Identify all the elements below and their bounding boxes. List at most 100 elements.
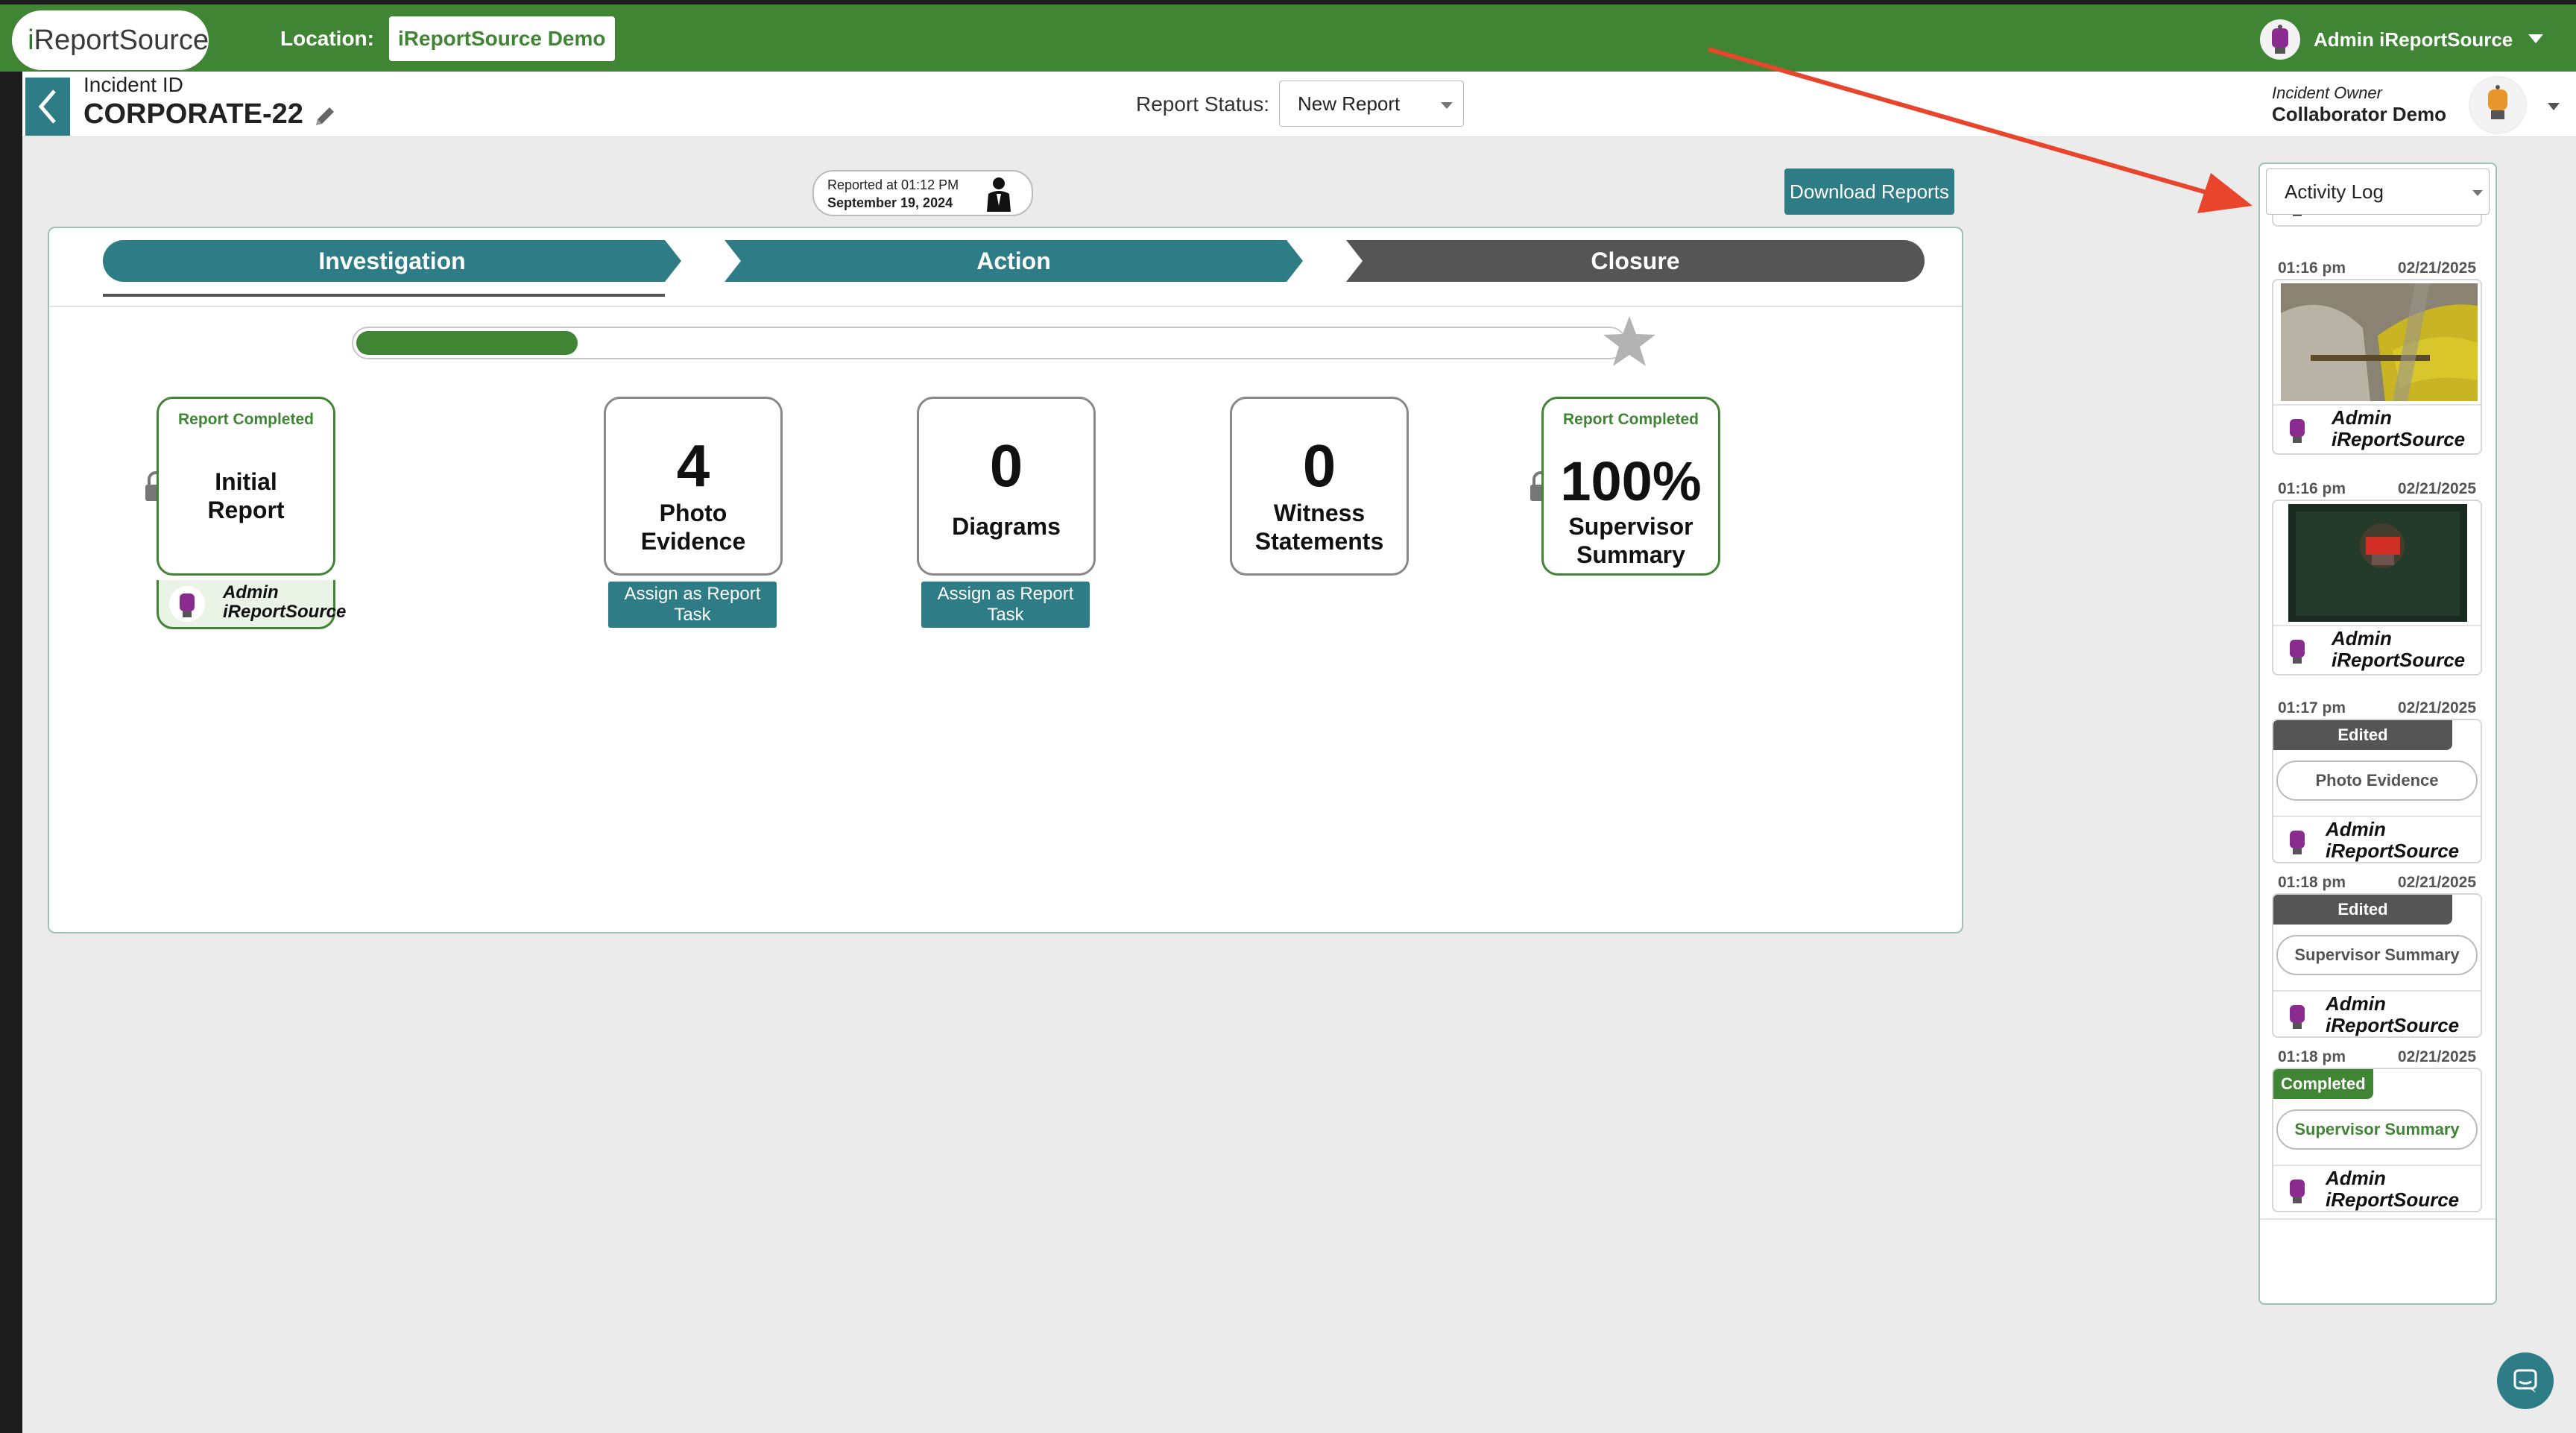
activity-user: Admin iReportSource — [2273, 816, 2481, 862]
activity-entry-card: Admin iReportSource — [2272, 279, 2482, 455]
user-last: iReportSource — [2332, 649, 2466, 671]
workflow-panel: Investigation Action Closure Report Comp… — [48, 227, 1963, 933]
activity-time: 01:16 pm — [2278, 259, 2346, 277]
star-icon[interactable] — [1600, 312, 1659, 371]
tab-action[interactable]: Action — [724, 240, 1303, 282]
robot-avatar-icon — [2488, 85, 2507, 119]
chat-bubble-icon — [2513, 1369, 2537, 1393]
owner-avatar[interactable] — [2469, 76, 2527, 134]
card-user: Admin iReportSource — [157, 580, 347, 629]
activity-entry[interactable]: 01:16 pm 02/21/2025 Admin iReportSource — [2272, 480, 2482, 696]
card-user-name: Admin iReportSource — [223, 582, 347, 622]
diagrams-card[interactable]: 0 Diagrams — [917, 397, 1096, 576]
chevron-left-icon — [38, 89, 56, 124]
reported-time: Reported at 01:12 PM — [827, 177, 959, 192]
reporter-person-icon — [987, 177, 1011, 212]
activity-date: 02/21/2025 — [2397, 259, 2476, 277]
card-label: Supervisor Summary — [1568, 513, 1693, 568]
card-count: 4 — [676, 432, 710, 499]
card-label: Witness Statements — [1254, 500, 1384, 555]
activity-sidebar[interactable]: Activity Log iReportSource 01:16 pm 02/2… — [2258, 163, 2497, 1305]
robot-avatar-icon — [2290, 831, 2305, 854]
activity-tag: Edited — [2273, 895, 2452, 925]
activity-time: 01:18 pm — [2278, 874, 2346, 891]
evidence-photo-thumbnail[interactable] — [2281, 283, 2478, 401]
activity-entry-card: Edited Photo Evidence Admin iReportSource — [2272, 719, 2482, 863]
activity-user-name: Admin iReportSource — [2332, 407, 2465, 450]
activity-item-pill[interactable]: Supervisor Summary — [2276, 935, 2478, 975]
top-bar: i ReportSource Location: iReportSource De… — [0, 4, 2576, 72]
activity-entry[interactable]: 01:18 pm 02/21/2025 Completed Supervisor… — [2272, 1048, 2482, 1220]
user-menu-caret-icon[interactable] — [2528, 34, 2543, 43]
activity-tag: Edited — [2273, 720, 2452, 750]
logo-text: ReportSource — [34, 24, 209, 56]
user-first: Admin — [2332, 406, 2392, 429]
app-logo[interactable]: i ReportSource — [12, 10, 209, 70]
robot-avatar-icon — [2290, 419, 2305, 443]
evidence-photo-thumbnail[interactable] — [2288, 504, 2467, 622]
incident-owner-label: Incident Owner — [2272, 84, 2382, 102]
activity-item-pill[interactable]: Supervisor Summary — [2276, 1109, 2478, 1150]
card-count: 0 — [989, 432, 1023, 499]
activity-date: 02/21/2025 — [2397, 1048, 2476, 1065]
location-selector[interactable]: iReportSource Demo — [389, 16, 615, 61]
chat-button[interactable] — [2497, 1352, 2554, 1409]
activity-item-pill[interactable]: Photo Evidence — [2276, 760, 2478, 801]
tab-closure[interactable]: Closure — [1346, 240, 1925, 282]
witness-statements-card[interactable]: 0 Witness Statements — [1230, 397, 1409, 576]
user-avatar — [169, 586, 205, 622]
activity-date: 02/21/2025 — [2397, 699, 2476, 716]
stage-label: Action — [976, 247, 1051, 274]
user-first: Admin — [2326, 992, 2386, 1015]
activity-tag: Completed — [2273, 1069, 2373, 1099]
report-completed-badge: Report Completed — [1562, 411, 1699, 428]
assign-task-button[interactable]: Assign as Report Task — [921, 582, 1090, 628]
report-completed-badge: Report Completed — [177, 411, 314, 428]
reported-date: September 19, 2024 — [827, 195, 953, 210]
incident-id-label: Incident ID — [83, 73, 183, 96]
pencil-icon[interactable] — [312, 103, 338, 130]
activity-entry[interactable]: 01:17 pm 02/21/2025 Edited Photo Evidenc… — [2272, 699, 2482, 871]
robot-avatar-icon — [2290, 1005, 2305, 1029]
activity-log-select-value: Activity Log — [2285, 180, 2384, 203]
activity-entry[interactable]: 01:18 pm 02/21/2025 Edited Supervisor Su… — [2272, 874, 2482, 1045]
activity-entry-card: Edited Supervisor Summary Admin iReportSo… — [2272, 893, 2482, 1038]
incident-id: CORPORATE-22 — [83, 98, 303, 130]
activity-user-name: Admin iReportSource — [2326, 993, 2459, 1036]
user-first: Admin — [2332, 627, 2392, 649]
logo-text-i: i — [28, 24, 34, 56]
user-last: iReportSource — [2326, 1188, 2460, 1211]
activity-user: Admin iReportSource — [2273, 990, 2481, 1036]
stage-label: Closure — [1591, 247, 1680, 274]
activity-time: 01:16 pm — [2278, 480, 2346, 497]
initial-report-card[interactable]: Report Completed Initial Report — [157, 397, 335, 576]
dropdown-caret-icon — [1441, 102, 1453, 109]
report-status-select[interactable]: New Report — [1279, 81, 1464, 127]
activity-log-select[interactable]: Activity Log — [2266, 169, 2490, 215]
tab-investigation[interactable]: Investigation — [103, 240, 681, 282]
activity-entry[interactable]: 01:16 pm 02/21/2025 Admin iReportSource — [2272, 259, 2482, 476]
user-last: iReportSource — [2332, 428, 2466, 450]
back-button[interactable] — [25, 78, 70, 136]
user-name[interactable]: Admin iReportSource — [2314, 28, 2513, 51]
card-count: 0 — [1302, 432, 1336, 499]
reported-at-badge: Reported at 01:12 PM September 19, 2024 — [812, 170, 1033, 216]
report-status-label: Report Status: — [1136, 92, 1269, 116]
activity-entry-card: Admin iReportSource — [2272, 500, 2482, 675]
report-status-value: New Report — [1298, 92, 1401, 115]
incident-header: Incident ID CORPORATE-22 Report Status: … — [22, 72, 2576, 137]
download-reports-button[interactable]: Download Reports — [1784, 169, 1954, 215]
robot-avatar-icon — [2272, 25, 2288, 54]
card-label: Diagrams — [952, 513, 1061, 540]
user-first: Admin — [2326, 818, 2386, 840]
divider — [49, 306, 1962, 307]
supervisor-summary-card[interactable]: Report Completed 100% Supervisor Summary — [1541, 397, 1720, 576]
activity-user-name: Admin iReportSource — [2326, 1168, 2459, 1211]
window-top-edge — [0, 0, 2576, 4]
photo-evidence-card[interactable]: 4 Photo Evidence — [604, 397, 783, 576]
activity-entry-card: Completed Supervisor Summary Admin iRepor… — [2272, 1068, 2482, 1212]
owner-menu-caret-icon[interactable] — [2548, 103, 2560, 110]
assign-task-button[interactable]: Assign as Report Task — [608, 582, 777, 628]
user-avatar[interactable] — [2260, 19, 2300, 60]
activity-user: Admin iReportSource — [2273, 625, 2481, 671]
